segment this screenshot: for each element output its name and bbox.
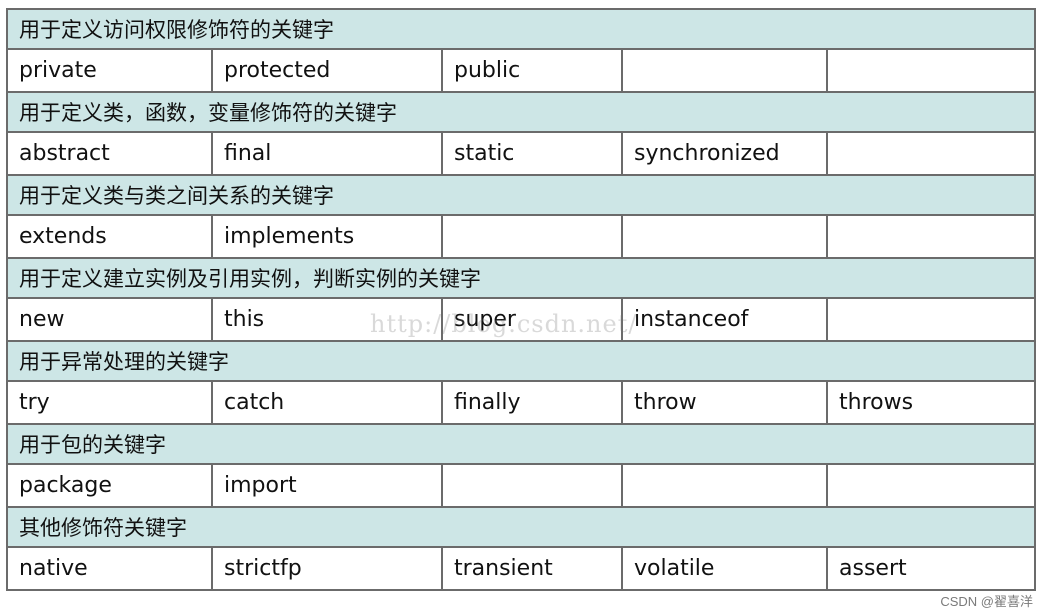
category-row: 用于定义建立实例及引用实例，判断实例的关键字 (5, 257, 1037, 299)
keyword-cell: super (441, 297, 623, 342)
keyword-cell: static (441, 131, 623, 176)
keyword-cell: finally (441, 380, 623, 425)
empty-cell (621, 48, 828, 93)
empty-cell (825, 214, 1037, 259)
keyword-cell: final (211, 131, 443, 176)
empty-cell (825, 48, 1037, 93)
keyword-cell: import (211, 463, 443, 508)
empty-cell (621, 214, 828, 259)
keyword-cell: extends (6, 214, 213, 259)
category-row: 用于异常处理的关键字 (5, 340, 1037, 382)
author-credit: CSDN @翟喜洋 (940, 591, 1033, 610)
category-title: 用于定义建立实例及引用实例，判断实例的关键字 (5, 257, 1037, 299)
keyword-cell: try (6, 380, 213, 425)
keyword-cell: native (6, 546, 213, 591)
category-title: 用于异常处理的关键字 (5, 340, 1037, 382)
category-title: 用于包的关键字 (5, 423, 1037, 465)
keyword-cell: implements (211, 214, 443, 259)
keyword-cell: volatile (621, 546, 828, 591)
keyword-cell: package (6, 463, 213, 508)
keyword-row: new this super instanceof (6, 297, 1037, 342)
keyword-row: abstract final static synchronized (6, 131, 1037, 176)
keyword-cell: synchronized (621, 131, 828, 176)
keyword-cell: throw (621, 380, 828, 425)
keyword-cell: new (6, 297, 213, 342)
category-title: 其他修饰符关键字 (5, 506, 1037, 548)
category-title: 用于定义访问权限修饰符的关键字 (5, 8, 1037, 50)
keyword-table: 用于定义访问权限修饰符的关键字 private protected public 用于定… (5, 8, 1037, 591)
keyword-row: package import (6, 463, 1037, 508)
empty-cell (441, 463, 623, 508)
keyword-cell: public (441, 48, 623, 93)
keyword-cell: assert (825, 546, 1037, 591)
keyword-cell: abstract (6, 131, 213, 176)
category-row: 用于定义类，函数，变量修饰符的关键字 (5, 91, 1037, 133)
empty-cell (825, 297, 1037, 342)
keyword-cell: strictfp (211, 546, 443, 591)
keyword-cell: protected (211, 48, 443, 93)
keyword-row: try catch finally throw throws (6, 380, 1037, 425)
empty-cell (441, 214, 623, 259)
category-row: 其他修饰符关键字 (5, 506, 1037, 548)
category-row: 用于定义类与类之间关系的关键字 (5, 174, 1037, 216)
empty-cell (621, 463, 828, 508)
category-title: 用于定义类，函数，变量修饰符的关键字 (5, 91, 1037, 133)
keyword-row: extends implements (6, 214, 1037, 259)
category-row: 用于包的关键字 (5, 423, 1037, 465)
category-title: 用于定义类与类之间关系的关键字 (5, 174, 1037, 216)
keyword-cell: private (6, 48, 213, 93)
keyword-cell: this (211, 297, 443, 342)
keyword-row: private protected public (6, 48, 1037, 93)
keyword-cell: transient (441, 546, 623, 591)
keyword-cell: instanceof (621, 297, 828, 342)
keyword-cell: throws (825, 380, 1037, 425)
empty-cell (825, 131, 1037, 176)
keyword-cell: catch (211, 380, 443, 425)
empty-cell (825, 463, 1037, 508)
keyword-row: native strictfp transient volatile assert (6, 546, 1037, 591)
category-row: 用于定义访问权限修饰符的关键字 (5, 8, 1037, 50)
